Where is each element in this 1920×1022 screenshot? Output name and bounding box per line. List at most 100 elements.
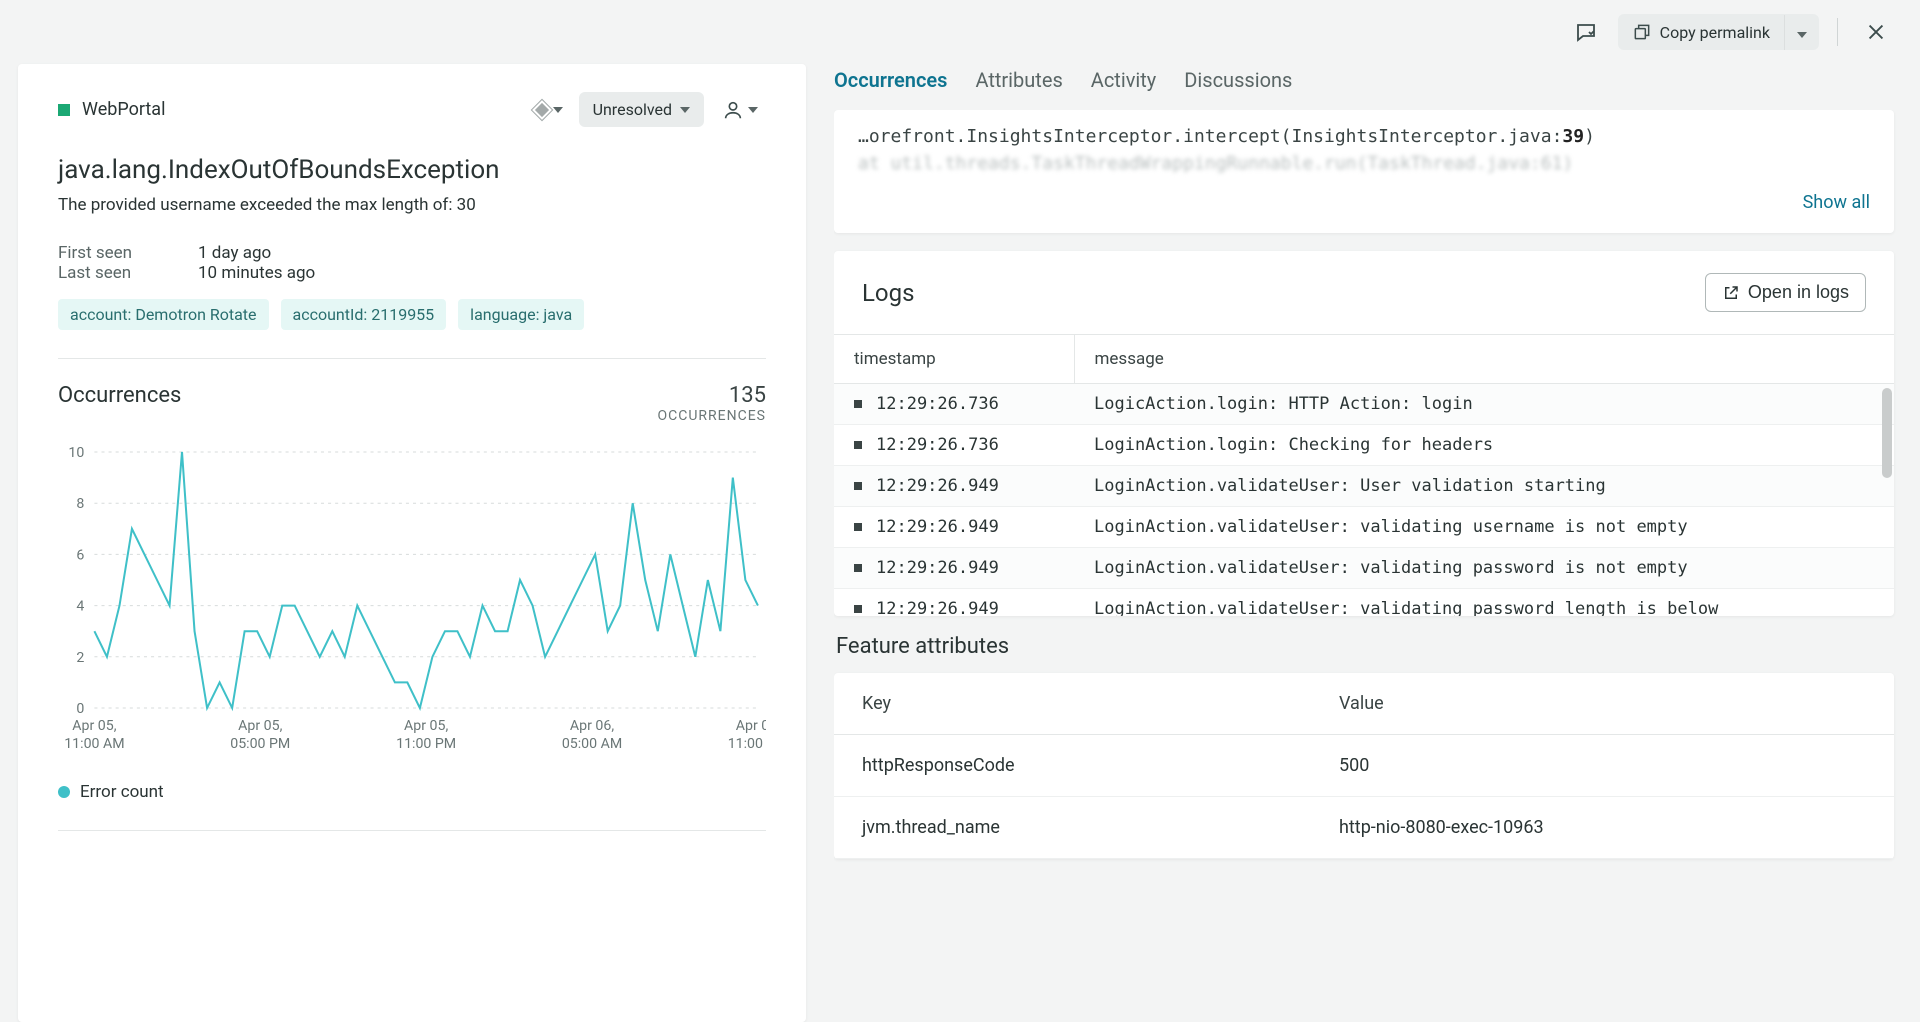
stack-trace-blurred: at util.threads.TaskThreadWrappingRunnab… [858, 153, 1870, 174]
feature-value: http-nio-8080-exec-10963 [1311, 797, 1894, 859]
svg-text:05:00 PM: 05:00 PM [230, 736, 290, 752]
row-status-icon [854, 523, 862, 531]
first-seen-value: 1 day ago [198, 243, 271, 263]
diamond-icon [532, 100, 552, 120]
app-name[interactable]: WebPortal [82, 99, 165, 120]
chevron-down-icon [680, 107, 690, 113]
first-seen-label: First seen [58, 243, 198, 263]
app-header-row: WebPortal Unresolved [58, 92, 766, 127]
legend-dot-icon [58, 786, 70, 798]
log-timestamp: 12:29:26.949 [834, 466, 1074, 507]
svg-text:11:00 AM: 11:00 AM [728, 736, 766, 752]
tab-activity[interactable]: Activity [1091, 68, 1156, 98]
open-in-logs-button[interactable]: Open in logs [1705, 273, 1866, 312]
row-status-icon [854, 441, 862, 449]
svg-text:11:00 PM: 11:00 PM [396, 736, 456, 752]
svg-text:10: 10 [68, 445, 84, 461]
row-status-icon [854, 564, 862, 572]
svg-text:Apr 05,: Apr 05, [72, 718, 116, 734]
chevron-down-icon [553, 107, 563, 113]
divider [58, 358, 766, 359]
logs-title: Logs [862, 279, 914, 307]
svg-text:4: 4 [76, 599, 84, 615]
log-message: LogicAction.login: HTTP Action: login [1074, 384, 1894, 425]
svg-text:6: 6 [76, 547, 84, 563]
external-link-icon [1722, 284, 1740, 302]
feature-key: httpResponseCode [834, 735, 1311, 797]
log-row[interactable]: 12:29:26.736LoginAction.login: Checking … [834, 425, 1894, 466]
tab-attributes[interactable]: Attributes [975, 68, 1062, 98]
log-message: LoginAction.validateUser: validating pas… [1074, 548, 1894, 589]
seen-block: First seen 1 day ago Last seen 10 minute… [58, 243, 766, 283]
chevron-down-icon [748, 107, 758, 113]
tab-occurrences[interactable]: Occurrences [834, 68, 947, 98]
details-panel: Occurrences Attributes Activity Discussi… [834, 64, 1902, 1022]
scrollbar-thumb[interactable] [1882, 388, 1892, 478]
close-icon[interactable] [1856, 12, 1896, 52]
feature-row: jvm.thread_namehttp-nio-8080-exec-10963 [834, 797, 1894, 859]
occurrences-chart: 0246810Apr 05,11:00 AMApr 05,05:00 PMApr… [58, 442, 766, 762]
log-message: LoginAction.validateUser: validating pas… [1074, 589, 1894, 617]
logs-card: Logs Open in logs timestamp message [834, 251, 1894, 616]
row-status-icon [854, 482, 862, 490]
chevron-down-icon [1797, 32, 1807, 38]
logs-body-scroll[interactable]: 12:29:26.736LogicAction.login: HTTP Acti… [834, 384, 1894, 616]
feature-attributes-card: Key Value httpResponseCode500jvm.thread_… [834, 673, 1894, 859]
row-status-icon [854, 400, 862, 408]
feature-row: httpResponseCode500 [834, 735, 1894, 797]
logs-col-message: message [1074, 335, 1894, 384]
tag-account[interactable]: account: Demotron Rotate [58, 299, 269, 330]
log-message: LoginAction.validateUser: User validatio… [1074, 466, 1894, 507]
show-all-link-wrap: Show all [858, 192, 1870, 213]
occurrences-title: Occurrences [58, 383, 181, 408]
status-dropdown[interactable]: Unresolved [579, 92, 704, 127]
copy-permalink-label: Copy permalink [1660, 23, 1770, 42]
svg-text:Apr 06,: Apr 06, [736, 718, 766, 734]
occurrences-header: Occurrences 135 OCCURRENCES [58, 383, 766, 424]
top-bar: Copy permalink [0, 0, 1920, 64]
svg-text:0: 0 [76, 701, 84, 717]
show-all-link[interactable]: Show all [1803, 192, 1870, 213]
log-row[interactable]: 12:29:26.736LogicAction.login: HTTP Acti… [834, 384, 1894, 425]
tag-language[interactable]: language: java [458, 299, 584, 330]
divider [58, 830, 766, 831]
log-row[interactable]: 12:29:26.949LoginAction.validateUser: Us… [834, 466, 1894, 507]
log-timestamp: 12:29:26.949 [834, 507, 1074, 548]
log-message: LoginAction.login: Checking for headers [1074, 425, 1894, 466]
separator [1837, 18, 1838, 46]
feature-value: 500 [1311, 735, 1894, 797]
error-summary-panel: WebPortal Unresolved java.lang.IndexOutO… [18, 64, 806, 1022]
tab-discussions[interactable]: Discussions [1184, 68, 1292, 98]
error-title: java.lang.IndexOutOfBoundsException [58, 155, 766, 185]
last-seen-label: Last seen [58, 263, 198, 283]
feature-attributes-title: Feature attributes [834, 634, 1894, 673]
log-message: LoginAction.validateUser: validating use… [1074, 507, 1894, 548]
open-in-logs-label: Open in logs [1748, 282, 1849, 303]
feature-attributes-section: Feature attributes Key Value httpRespons… [834, 634, 1894, 859]
priority-dropdown[interactable] [529, 99, 569, 121]
svg-text:Apr 05,: Apr 05, [404, 718, 448, 734]
svg-text:05:00 AM: 05:00 AM [562, 736, 622, 752]
assignee-dropdown[interactable] [714, 93, 766, 127]
last-seen-value: 10 minutes ago [198, 263, 315, 283]
logs-table: timestamp message [834, 334, 1894, 384]
log-row[interactable]: 12:29:26.949LoginAction.validateUser: va… [834, 589, 1894, 617]
detail-tabs: Occurrences Attributes Activity Discussi… [834, 64, 1902, 110]
chart-legend: Error count [58, 782, 766, 802]
occurrences-count: 135 [657, 383, 766, 408]
stack-trace-line: …orefront.InsightsInterceptor.intercept(… [858, 126, 1870, 147]
copy-permalink-caret[interactable] [1784, 15, 1819, 50]
feature-key: jvm.thread_name [834, 797, 1311, 859]
person-icon [722, 99, 744, 121]
copy-permalink-button[interactable]: Copy permalink [1618, 14, 1784, 50]
log-row[interactable]: 12:29:26.949LoginAction.validateUser: va… [834, 507, 1894, 548]
row-status-icon [854, 605, 862, 613]
comment-icon[interactable] [1566, 12, 1606, 52]
log-timestamp: 12:29:26.949 [834, 589, 1074, 617]
tag-accountid[interactable]: accountId: 2119955 [281, 299, 447, 330]
logs-col-timestamp: timestamp [834, 335, 1074, 384]
app-status-icon [58, 104, 70, 116]
legend-label: Error count [80, 782, 164, 802]
copy-permalink: Copy permalink [1618, 14, 1819, 50]
log-row[interactable]: 12:29:26.949LoginAction.validateUser: va… [834, 548, 1894, 589]
